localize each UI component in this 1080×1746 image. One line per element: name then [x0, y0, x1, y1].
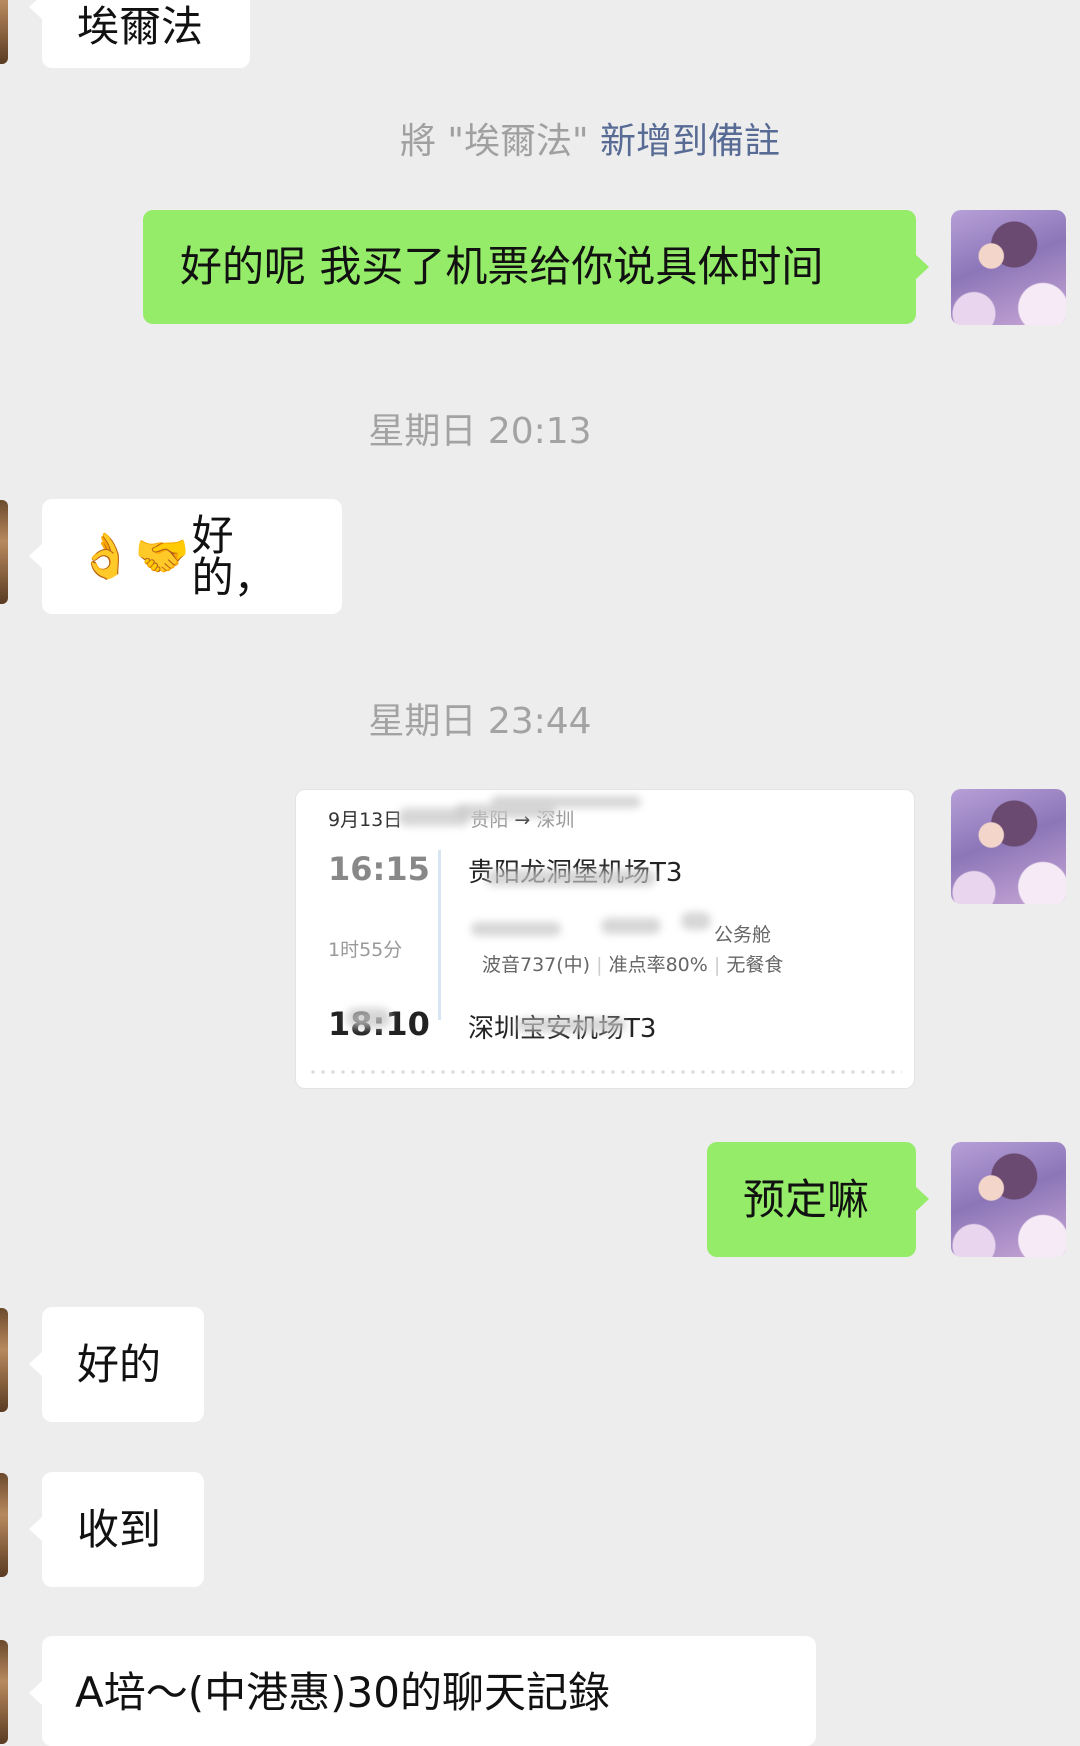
message-text: 好的: [77, 1339, 162, 1389]
redaction-scribble: [681, 912, 711, 930]
flight-duration: 1时55分: [328, 939, 403, 961]
message-text: 预定嘛: [743, 1174, 870, 1224]
contact-avatar[interactable]: [0, 1640, 8, 1744]
contact-avatar[interactable]: [0, 1473, 8, 1577]
redaction-scribble: [491, 796, 641, 808]
chat-history-title: A培～(中港惠)30的聊天記錄: [75, 1668, 610, 1717]
message-text: 好的呢 我买了机票给你说具体时间: [180, 242, 824, 291]
system-note-text: 將 "埃爾法": [399, 121, 600, 162]
ticket-perforation: [308, 1070, 902, 1074]
redaction-scribble: [601, 918, 661, 934]
timestamp: 星期日 20:13: [368, 411, 592, 452]
add-remark-link[interactable]: 新增到備註: [600, 121, 780, 162]
incoming-message-bubble[interactable]: 好的: [29, 1307, 204, 1422]
redaction-scribble: [486, 870, 656, 886]
aircraft-type: 波音737(中): [482, 954, 591, 976]
user-avatar[interactable]: [951, 789, 1066, 904]
outgoing-message-bubble[interactable]: 好的呢 我买了机票给你说具体时间: [143, 210, 929, 324]
system-note: 將 "埃爾法" 新增到備註: [0, 112, 1080, 164]
incoming-message-bubble[interactable]: 👌 🤝 好的，: [29, 499, 342, 614]
timestamp: 星期日 23:44: [368, 701, 592, 742]
contact-avatar[interactable]: [0, 500, 8, 604]
chat-history-card[interactable]: A培～(中港惠)30的聊天記錄: [29, 1636, 816, 1746]
route-line: [438, 850, 441, 1020]
on-time-rate: 准点率80%: [608, 954, 708, 976]
message-text: 好的，: [191, 510, 276, 602]
outgoing-message-bubble[interactable]: 预定嘛: [707, 1142, 929, 1257]
contact-avatar[interactable]: [0, 1308, 8, 1412]
user-avatar[interactable]: [951, 1142, 1066, 1257]
depart-time: 16:15: [328, 850, 430, 888]
message-text: 埃爾法: [77, 2, 204, 51]
incoming-message-bubble[interactable]: 埃爾法: [29, 0, 250, 68]
incoming-message-bubble[interactable]: 收到: [29, 1472, 204, 1587]
redaction-scribble: [471, 922, 561, 936]
handshake-icon: 🤝: [134, 530, 190, 582]
flight-ticket-image[interactable]: 9月13日 贵阳 → 深圳 16:15 贵阳龙洞堡机场T3 1时55分 公务舱 …: [295, 789, 915, 1089]
ok-hand-icon: 👌: [78, 530, 133, 582]
user-avatar[interactable]: [951, 210, 1066, 325]
flight-details: 波音737(中) | 准点率80% | 无餐食: [482, 954, 784, 976]
meal-info: 无餐食: [726, 954, 784, 976]
contact-avatar[interactable]: [0, 0, 8, 64]
redaction-scribble: [516, 1018, 626, 1032]
cabin-class: 公务舱: [714, 924, 772, 946]
redaction-scribble: [346, 1008, 391, 1028]
message-text: 收到: [77, 1504, 162, 1554]
